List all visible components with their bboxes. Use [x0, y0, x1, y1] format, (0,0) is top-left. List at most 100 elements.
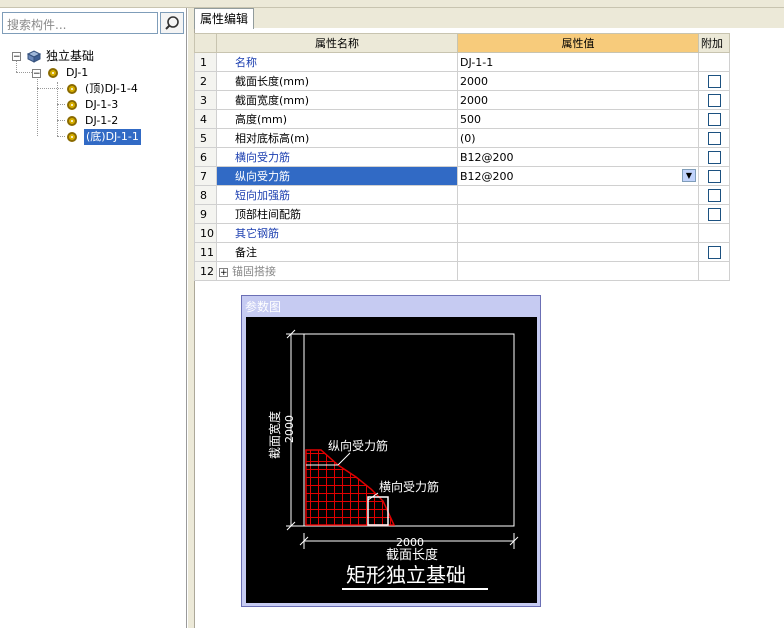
row-number: 4: [194, 109, 217, 129]
property-value-cell[interactable]: [457, 242, 699, 262]
property-row[interactable]: 1 名称 DJ-1-1: [194, 52, 730, 72]
property-row[interactable]: 5 相对底标高(m) (0): [194, 128, 730, 148]
row-number-header: [194, 33, 217, 53]
attach-cell: [698, 52, 730, 72]
property-value-cell[interactable]: (0): [457, 128, 699, 148]
property-value: (0): [460, 131, 476, 145]
property-name-cell[interactable]: 相对底标高(m): [216, 128, 458, 148]
property-value: B12@200: [460, 169, 514, 183]
property-value: 2000: [460, 93, 488, 107]
property-value-header[interactable]: 属性值: [457, 33, 699, 53]
property-value: 500: [460, 112, 481, 126]
attach-cell: [698, 261, 730, 281]
property-name-cell[interactable]: 纵向受力筋: [216, 166, 458, 186]
property-name-cell[interactable]: 短向加强筋: [216, 185, 458, 205]
property-name-cell[interactable]: 其它钢筋: [216, 223, 458, 243]
collapse-icon[interactable]: −: [12, 52, 21, 62]
long-bar-label: 纵向受力筋: [328, 438, 388, 453]
property-value-cell[interactable]: [457, 223, 699, 243]
dropdown-arrow-icon[interactable]: ▼: [682, 169, 696, 182]
tree-item-label: (底)DJ-1-1: [84, 129, 141, 145]
property-grid: 属性名称 属性值 附加 1 名称 DJ-1-1 2 截面长度(mm) 2000 3 截面宽度(…: [194, 33, 730, 281]
property-row[interactable]: 12 + 锚固搭接: [194, 261, 730, 281]
row-number: 8: [194, 185, 217, 205]
property-row[interactable]: 11 备注: [194, 242, 730, 262]
property-row[interactable]: 10 其它钢筋: [194, 223, 730, 243]
property-name: 截面宽度(mm): [235, 94, 310, 107]
property-name: 短向加强筋: [235, 189, 290, 202]
property-row[interactable]: 4 高度(mm) 500: [194, 109, 730, 129]
property-value-cell[interactable]: [457, 204, 699, 224]
row-number: 5: [194, 128, 217, 148]
property-name: 备注: [235, 246, 257, 259]
property-value-cell[interactable]: B12@200 ▼: [457, 166, 699, 186]
attach-cell: [698, 71, 730, 91]
property-name-cell[interactable]: 横向受力筋: [216, 147, 458, 167]
attach-checkbox[interactable]: [707, 150, 721, 164]
collapse-icon[interactable]: −: [32, 69, 41, 79]
param-diagram-canvas: 截面宽度 2000 纵向受力筋 横向受力筋 2000 截面长度 矩形独立基础: [246, 317, 537, 603]
component-icon: [67, 116, 77, 126]
property-value-cell[interactable]: 500: [457, 109, 699, 129]
property-row[interactable]: 3 截面宽度(mm) 2000: [194, 90, 730, 110]
attach-checkbox[interactable]: [707, 169, 721, 183]
tree-item-selected[interactable]: (底)DJ-1-1: [0, 129, 186, 145]
attach-checkbox[interactable]: [707, 74, 721, 88]
tree-node-group[interactable]: − DJ-1: [0, 65, 186, 81]
property-name: 横向受力筋: [235, 151, 290, 164]
property-row[interactable]: 8 短向加强筋: [194, 185, 730, 205]
property-row[interactable]: 7 纵向受力筋 B12@200 ▼: [194, 166, 730, 186]
attach-header[interactable]: 附加: [698, 33, 730, 53]
tree-item[interactable]: DJ-1-2: [0, 113, 186, 129]
property-value-cell[interactable]: DJ-1-1: [457, 52, 699, 72]
attach-checkbox[interactable]: [707, 245, 721, 259]
property-name-cell[interactable]: 截面长度(mm): [216, 71, 458, 91]
row-number: 7: [194, 166, 217, 186]
row-number: 11: [194, 242, 217, 262]
property-row[interactable]: 2 截面长度(mm) 2000: [194, 71, 730, 91]
attach-checkbox[interactable]: [707, 188, 721, 202]
component-icon: [67, 100, 77, 110]
row-number: 3: [194, 90, 217, 110]
attach-cell: [698, 185, 730, 205]
property-row[interactable]: 9 顶部柱间配筋: [194, 204, 730, 224]
foundation-icon: [26, 49, 42, 63]
attach-cell: [698, 223, 730, 243]
tree-item[interactable]: DJ-1-3: [0, 97, 186, 113]
tree-item[interactable]: (顶)DJ-1-4: [0, 81, 186, 97]
property-value: 2000: [460, 74, 488, 88]
attach-cell: [698, 166, 730, 186]
property-name-header[interactable]: 属性名称: [216, 33, 458, 53]
expand-icon[interactable]: +: [219, 268, 228, 278]
property-value-cell[interactable]: 2000: [457, 90, 699, 110]
attach-checkbox[interactable]: [707, 207, 721, 221]
property-value-cell[interactable]: 2000: [457, 71, 699, 91]
property-value-cell[interactable]: B12@200: [457, 147, 699, 167]
trans-bar-label: 横向受力筋: [379, 479, 439, 494]
property-name: 顶部柱间配筋: [235, 208, 301, 221]
property-name: 名称: [235, 56, 257, 69]
property-name-cell[interactable]: 截面宽度(mm): [216, 90, 458, 110]
property-name-cell[interactable]: + 锚固搭接: [216, 261, 458, 281]
diagram-caption: 矩形独立基础: [346, 563, 466, 587]
property-name: 纵向受力筋: [235, 170, 290, 183]
tree-item-label: DJ-1-3: [85, 98, 119, 111]
property-name-cell[interactable]: 高度(mm): [216, 109, 458, 129]
property-name-cell[interactable]: 名称: [216, 52, 458, 72]
search-input[interactable]: 搜索构件...: [2, 12, 158, 34]
row-number: 12: [194, 261, 217, 281]
attach-checkbox[interactable]: [707, 131, 721, 145]
property-value-cell[interactable]: [457, 185, 699, 205]
attach-checkbox[interactable]: [707, 93, 721, 107]
row-number: 6: [194, 147, 217, 167]
param-diagram-title: 参数图: [245, 300, 282, 314]
property-row[interactable]: 6 横向受力筋 B12@200: [194, 147, 730, 167]
search-button[interactable]: [160, 12, 184, 34]
property-name-cell[interactable]: 顶部柱间配筋: [216, 204, 458, 224]
row-number: 2: [194, 71, 217, 91]
property-value-cell[interactable]: [457, 261, 699, 281]
attach-checkbox[interactable]: [707, 112, 721, 126]
tree-node-root[interactable]: − 独立基础: [0, 48, 186, 64]
property-name-cell[interactable]: 备注: [216, 242, 458, 262]
tab-property-edit[interactable]: 属性编辑: [194, 8, 255, 29]
